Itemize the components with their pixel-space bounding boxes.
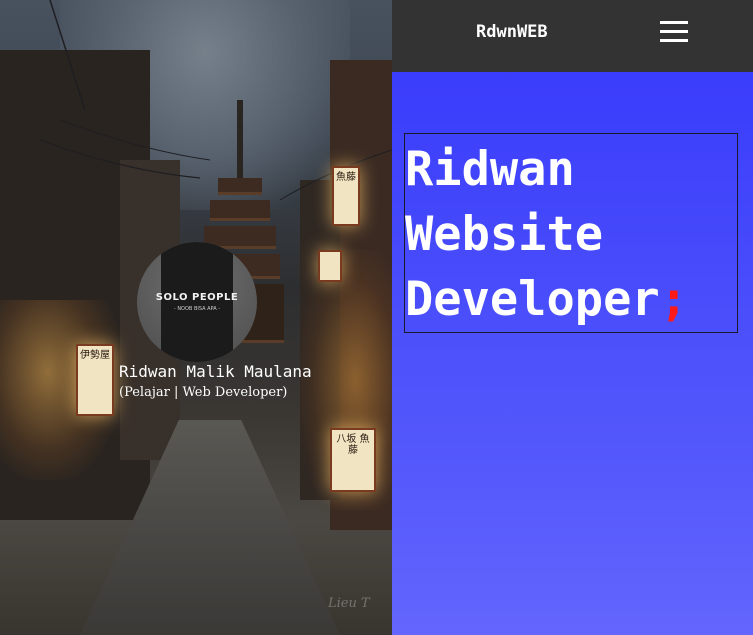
hero-accent-semicolon: ; xyxy=(659,272,688,327)
avatar: SOLO PEOPLE - NOOB BISA APA - xyxy=(137,242,257,362)
hero-heading-box: Ridwan Website Developer; xyxy=(404,133,738,333)
brand-logo[interactable]: RdwnWEB xyxy=(476,22,548,42)
profile-role: (Pelajar | Web Developer) xyxy=(119,385,288,400)
hero-line-2: Website xyxy=(405,207,604,262)
navbar: RdwnWEB xyxy=(392,0,753,72)
profile-name: Ridwan Malik Maulana xyxy=(119,362,312,381)
shop-sign-left: 伊勢屋 xyxy=(76,344,114,416)
shop-sign-right-top: 魚藤 xyxy=(332,166,360,226)
hamburger-icon[interactable] xyxy=(658,18,690,46)
hero-line-3-text: Developer xyxy=(405,272,660,327)
street-lamp xyxy=(318,250,342,282)
photo-watermark: Lieu T xyxy=(328,596,370,611)
hero-line-3: Developer; xyxy=(405,276,688,324)
avatar-logo-subtext: - NOOB BISA APA - xyxy=(173,306,221,312)
avatar-logo-text: SOLO PEOPLE xyxy=(155,292,239,303)
background-photo: 魚藤 伊勢屋 八坂 魚藤 SOLO PEOPLE - NOOB BISA APA… xyxy=(0,0,392,635)
hero-line-1: Ridwan xyxy=(405,142,575,197)
shop-sign-right-bottom: 八坂 魚藤 xyxy=(330,428,376,492)
hero-section: Ridwan Website Developer; xyxy=(392,72,753,635)
